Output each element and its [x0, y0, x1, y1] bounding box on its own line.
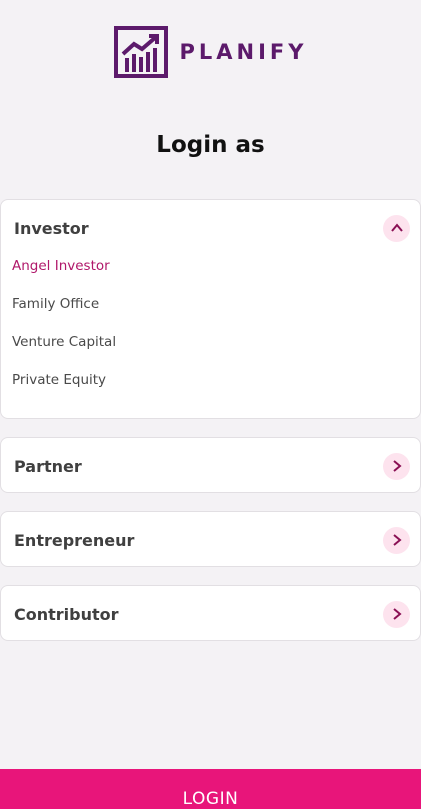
role-group-label: Partner: [14, 456, 82, 476]
role-group-contributor[interactable]: Contributor: [0, 585, 421, 641]
subitem-private-equity[interactable]: Private Equity: [12, 371, 116, 409]
role-group-entrepreneur[interactable]: Entrepreneur: [0, 511, 421, 567]
page-title: Login as: [156, 132, 265, 158]
investor-subitem-list: Angel Investor Family Office Venture Cap…: [12, 257, 116, 409]
growth-chart-icon: [113, 26, 168, 78]
chevron-right-icon[interactable]: [383, 452, 410, 480]
chevron-right-icon[interactable]: [383, 600, 410, 628]
subitem-angel-investor[interactable]: Angel Investor: [12, 257, 116, 295]
role-group-header-entrepreneur[interactable]: Entrepreneur: [1, 512, 420, 568]
role-group-header-partner[interactable]: Partner: [1, 438, 420, 494]
brand-logo: PLANIFY: [0, 26, 421, 78]
login-button[interactable]: LOGIN: [0, 769, 421, 809]
role-group-header-contributor[interactable]: Contributor: [1, 586, 420, 642]
role-group-label: Contributor: [14, 604, 119, 624]
chevron-right-icon[interactable]: [383, 526, 410, 554]
role-group-header-investor[interactable]: Investor: [1, 200, 420, 256]
role-group-investor: Investor Angel Investor Family Office Ve…: [0, 199, 421, 419]
subitem-family-office[interactable]: Family Office: [12, 295, 116, 333]
role-group-label: Entrepreneur: [14, 530, 135, 550]
brand-name: PLANIFY: [179, 40, 308, 64]
role-group-partner[interactable]: Partner: [0, 437, 421, 493]
role-group-label: Investor: [14, 218, 89, 238]
chevron-up-icon[interactable]: [383, 214, 410, 242]
subitem-venture-capital[interactable]: Venture Capital: [12, 333, 116, 371]
